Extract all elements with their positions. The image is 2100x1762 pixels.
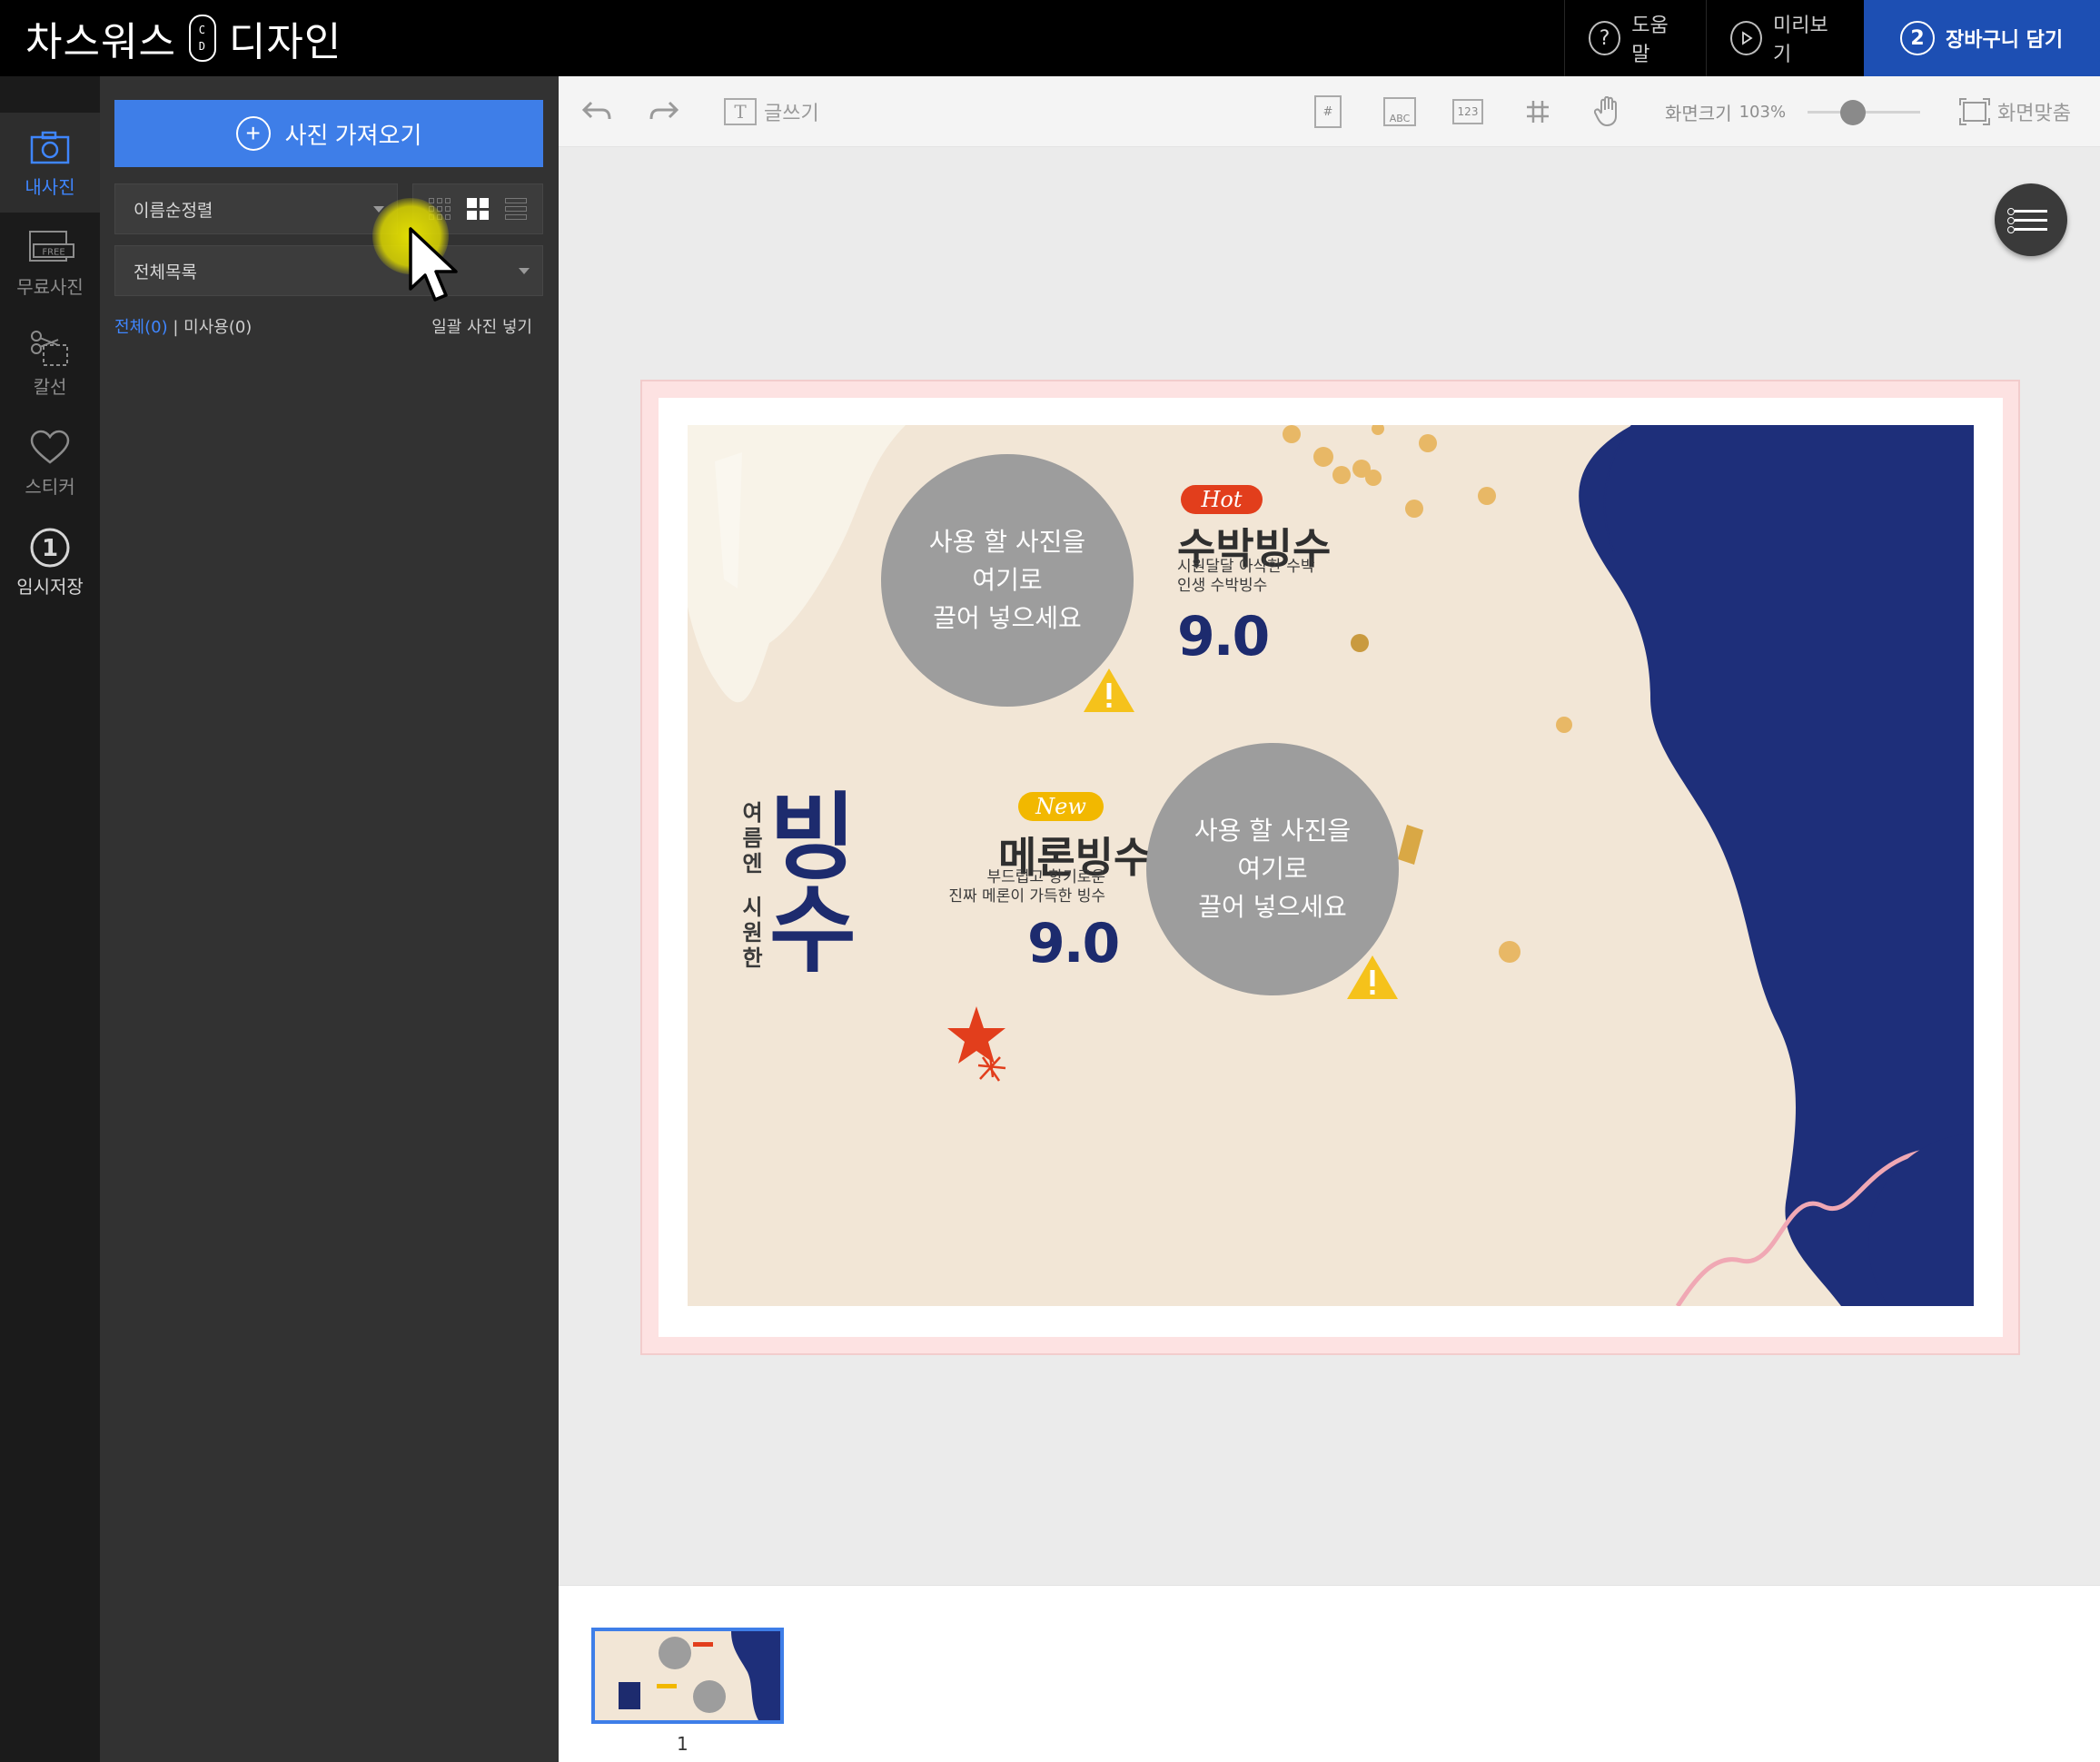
layer-list-button[interactable]: [1995, 183, 2067, 256]
title-big-bing: 빙: [769, 782, 857, 893]
filter-unused-link[interactable]: 미사용(0): [183, 318, 252, 337]
rail-item-label: 무료사진: [16, 275, 84, 298]
new-item-description: 부드럽고 향기로운 진짜 메론이 가득한 빙수: [948, 868, 1105, 906]
help-label: 도움말: [1631, 15, 1669, 66]
rail-item-cut-line[interactable]: 칼선: [0, 312, 100, 412]
photo-filter-row: 전체(0) | 미사용(0) 일괄 사진 넣기: [114, 314, 543, 338]
zoom-label: 화면크기: [1665, 102, 1732, 124]
mouse-cursor-icon: [409, 227, 458, 302]
undo-icon: [581, 101, 611, 120]
brand-text-right: 디자인: [228, 19, 342, 65]
temp-save-icon: 1: [28, 527, 72, 569]
grid-button[interactable]: [1525, 76, 1550, 147]
fit-screen-label: 화면맞춤: [1997, 103, 2071, 125]
title-vertical-cool: 시원한: [738, 896, 763, 972]
svg-text:1: 1: [42, 535, 58, 562]
rail-item-free-photos[interactable]: FREE 무료사진: [0, 213, 100, 312]
list-icon: [2007, 207, 2047, 215]
list-view-icon[interactable]: [505, 198, 527, 220]
undo-button[interactable]: [580, 76, 613, 147]
hand-tool-button[interactable]: [1594, 76, 1621, 147]
title-vertical-summer: 여름엔: [738, 801, 763, 877]
page-filmstrip: 1: [559, 1585, 2100, 1762]
rail-item-label: 임시저장: [16, 575, 84, 598]
zoom-value: 103%: [1738, 102, 1787, 122]
grid-icon: [1527, 101, 1549, 123]
fit-screen-button[interactable]: 화면맞춤: [1959, 76, 2071, 147]
warning-icon: [1347, 955, 1398, 999]
preview-button[interactable]: 미리보기: [1706, 0, 1864, 76]
sort-select[interactable]: 이름순정렬: [114, 183, 398, 234]
rail-item-temp-save[interactable]: 1 임시저장: [0, 512, 100, 612]
play-icon: [1730, 21, 1763, 55]
hot-item-price: 9.0: [1177, 605, 1270, 668]
rail-item-sticker[interactable]: 스티커: [0, 412, 100, 512]
abc-icon: ABC: [1383, 97, 1416, 126]
svg-text:FREE: FREE: [42, 247, 64, 257]
brand-text-left: 차스워스: [25, 19, 176, 65]
filter-separator: |: [167, 318, 184, 337]
title-big-su: 수: [769, 875, 857, 985]
write-text-label: 글쓰기: [764, 103, 819, 125]
page-thumbnail-number: 1: [677, 1733, 688, 1755]
hot-item-description: 시원달달 아삭한 수박 인생 수박빙수: [1177, 558, 1315, 595]
page-number-icon: #: [1314, 95, 1342, 128]
left-rail: 내사진 FREE 무료사진 칼선 스티커 1 임시저장: [0, 76, 100, 1762]
text-tool-icon: T: [724, 98, 757, 125]
number-icon: 123: [1452, 99, 1483, 124]
album-select-value: 전체목록: [134, 262, 197, 282]
cart-label: 장바구니 담기: [1946, 29, 2064, 52]
brand-badge-icon: C D: [188, 15, 216, 62]
step-two-icon: 2: [1900, 21, 1935, 55]
fit-screen-icon: [1959, 98, 1990, 125]
filter-all-link[interactable]: 전체(0): [114, 318, 168, 337]
help-icon: ?: [1589, 21, 1621, 55]
redo-icon: [649, 101, 679, 120]
zoom-control: 화면크기 103%: [1665, 76, 1786, 147]
import-photo-label: 사진 가져오기: [284, 121, 422, 149]
large-grid-view-icon[interactable]: [467, 198, 489, 220]
warning-icon: [1084, 668, 1134, 712]
bulk-insert-link[interactable]: 일괄 사진 넣기: [431, 314, 532, 338]
rail-item-label: 칼선: [33, 375, 67, 398]
design-page[interactable]: 사용 할 사진을 여기로 끌어 넣으세요 Hot 수박빙수 시원달달 아삭한 수…: [688, 425, 1974, 1306]
page-thumbnail-preview: [595, 1631, 780, 1720]
brand-logo: 차스워스 C D 디자인: [25, 11, 342, 65]
heart-icon: [29, 427, 71, 469]
page-number-button[interactable]: #: [1314, 76, 1342, 147]
add-to-cart-button[interactable]: 2 장바구니 담기: [1864, 0, 2100, 76]
number-button[interactable]: 123: [1452, 76, 1483, 147]
album-select[interactable]: 전체목록: [114, 245, 543, 296]
free-photo-icon: FREE: [25, 227, 75, 269]
hot-tag: Hot: [1181, 485, 1263, 514]
sort-select-value: 이름순정렬: [134, 200, 213, 221]
chevron-down-icon: [519, 268, 530, 274]
plus-icon: +: [235, 116, 271, 151]
rail-item-label: 내사진: [25, 175, 75, 198]
camera-icon: [28, 127, 72, 169]
zoom-slider-handle[interactable]: [1839, 100, 1866, 125]
redo-button[interactable]: [648, 76, 680, 147]
top-actions: ? 도움말 미리보기 2 장바구니 담기: [1564, 0, 2100, 76]
help-button[interactable]: ? 도움말: [1564, 0, 1706, 76]
scissors-icon: [27, 327, 73, 369]
top-header: 차스워스 C D 디자인 ? 도움말 미리보기 2 장바구니 담기: [0, 0, 2100, 76]
new-item-price: 9.0: [1027, 912, 1120, 975]
write-text-button[interactable]: T 글쓰기: [724, 76, 819, 147]
hand-icon: [1594, 96, 1617, 127]
rail-item-label: 스티커: [25, 475, 75, 498]
new-tag: New: [1018, 792, 1104, 821]
page-thumbnail[interactable]: [591, 1628, 784, 1724]
editor-toolbar: T 글쓰기 # ABC 123 화면크기 103% 화면맞춤: [559, 76, 2100, 147]
import-photo-button[interactable]: + 사진 가져오기: [114, 100, 543, 167]
preview-label: 미리보기: [1773, 15, 1828, 66]
abc-button[interactable]: ABC: [1383, 76, 1416, 147]
photo-panel: + 사진 가져오기 이름순정렬 전체목록 전체(0) | 미사용(0) 일괄 사…: [100, 76, 559, 1762]
rail-item-my-photos[interactable]: 내사진: [0, 113, 100, 213]
